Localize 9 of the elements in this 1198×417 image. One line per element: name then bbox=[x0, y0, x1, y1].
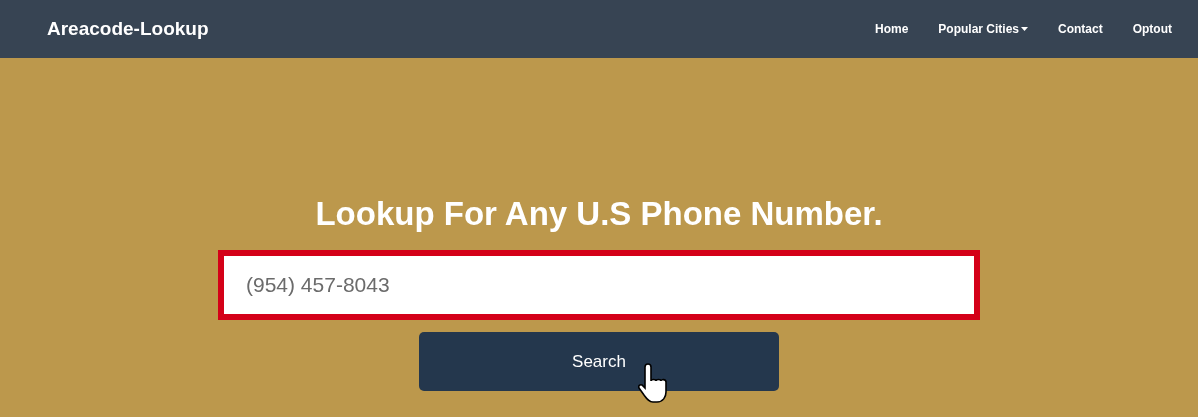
search-button[interactable]: Search bbox=[419, 332, 779, 391]
nav-dropdown[interactable]: Popular Cities bbox=[938, 20, 1028, 38]
search-field[interactable]: (954) 457-8043 bbox=[218, 250, 980, 320]
hero-heading: Lookup For Any U.S Phone Number. bbox=[315, 194, 883, 234]
nav-link[interactable]: Home bbox=[874, 20, 909, 38]
nav-link[interactable]: Optout bbox=[1132, 20, 1172, 38]
nav-link[interactable]: Contact bbox=[1058, 20, 1103, 38]
caret-icon bbox=[1021, 27, 1028, 31]
brand-logo[interactable]: Areacode-Lookup bbox=[47, 14, 209, 44]
